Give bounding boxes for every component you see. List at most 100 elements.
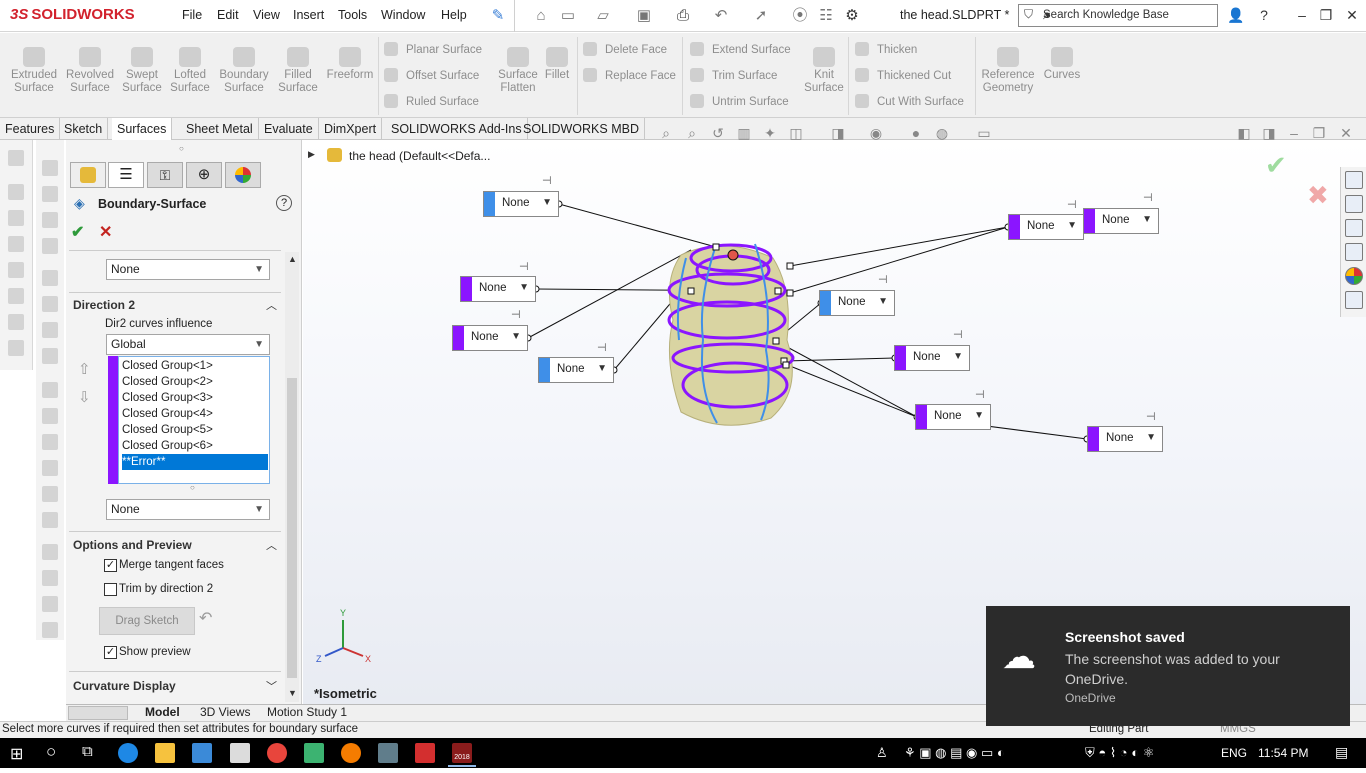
strip-tool-icon[interactable]	[42, 408, 58, 424]
open-folder-icon[interactable]: ▱	[593, 6, 613, 26]
file-explorer-icon[interactable]	[155, 743, 175, 763]
filled-surface-button[interactable]: Filled Surface	[270, 47, 326, 95]
tab-motion-study[interactable]: Motion Study 1	[267, 705, 347, 719]
tab-evaluate[interactable]: Evaluate	[259, 118, 319, 140]
resources-home-icon[interactable]	[1345, 171, 1363, 189]
rebuild-icon[interactable]: ⦿	[790, 6, 810, 26]
select-cursor-icon[interactable]: ➚	[751, 6, 771, 26]
new-document-icon[interactable]: ▭	[558, 6, 578, 26]
whatsapp-icon[interactable]	[304, 743, 324, 763]
fillet-button[interactable]: Fillet	[534, 47, 580, 82]
strip-tool-icon[interactable]	[42, 434, 58, 450]
tab-addins[interactable]: SOLIDWORKS Add-Ins	[386, 118, 528, 140]
ok-check-icon[interactable]: ✔	[71, 222, 84, 242]
search-circle-icon[interactable]: ○	[46, 742, 56, 762]
menu-edit[interactable]: Edit	[217, 8, 239, 22]
tab-scroll-arrows[interactable]	[68, 706, 128, 720]
app-icon[interactable]	[378, 743, 398, 763]
strip-tool-icon[interactable]	[42, 460, 58, 476]
curves-button[interactable]: Curves	[1034, 47, 1090, 82]
move-up-icon[interactable]: ⇧	[78, 360, 91, 378]
tab-sketch[interactable]: Sketch	[59, 118, 109, 140]
tab-3d-views[interactable]: 3D Views	[200, 705, 250, 719]
dir2-tangency-combo[interactable]: None ▼	[106, 499, 270, 520]
strip-tool-icon[interactable]	[42, 322, 58, 338]
delete-face-button[interactable]: Delete Face	[583, 41, 667, 59]
extend-surface-button[interactable]: Extend Surface	[690, 41, 791, 59]
solidworks-logo[interactable]: 3S SOLIDWORKS	[10, 6, 135, 23]
list-item[interactable]: Closed Group<2>	[122, 374, 268, 390]
menu-insert[interactable]: Insert	[293, 8, 324, 22]
tangency-combo[interactable]: None ▼	[106, 259, 270, 280]
tangency-callout[interactable]: None ▼	[1083, 208, 1159, 234]
tab-dimxpert[interactable]: DimXpert	[319, 118, 383, 140]
tab-dimxpert-manager[interactable]: ⊕	[186, 162, 222, 188]
tangency-callout[interactable]: None ▼	[915, 404, 991, 430]
pin-icon[interactable]: ⊣	[878, 273, 888, 286]
strip-tool-icon[interactable]	[8, 340, 24, 356]
store-icon[interactable]	[192, 743, 212, 763]
onedrive-toast[interactable]: ☁ Screenshot saved The screenshot was ad…	[986, 606, 1350, 726]
merge-tangent-checkbox[interactable]: ✓	[104, 559, 117, 572]
clock[interactable]: 11:54 PM	[1258, 746, 1308, 760]
undo-sketch-drag-icon[interactable]: ↶	[199, 608, 212, 628]
chrome-icon[interactable]	[267, 743, 287, 763]
options-header[interactable]: Options and Preview	[73, 538, 192, 552]
strip-tool-icon[interactable]	[42, 296, 58, 312]
collapse-icon[interactable]: ︿	[266, 537, 277, 553]
strip-tool-icon[interactable]	[8, 184, 24, 200]
direction2-curves-list[interactable]: Closed Group<1> Closed Group<2> Closed G…	[118, 356, 270, 484]
tangency-callout[interactable]: None ▼	[538, 357, 614, 383]
trim-surface-button[interactable]: Trim Surface	[690, 67, 777, 85]
scrollbar[interactable]: ▲ ▼	[285, 252, 299, 702]
pin-menu-icon[interactable]: ✎	[488, 6, 508, 26]
strip-tool-icon[interactable]	[8, 150, 24, 166]
strip-tool-icon[interactable]	[8, 262, 24, 278]
tangency-callout[interactable]: None ▼	[1087, 426, 1163, 452]
list-item[interactable]: Closed Group<1>	[122, 358, 268, 374]
view-palette-icon[interactable]	[1345, 243, 1363, 261]
menu-view[interactable]: View	[253, 8, 280, 22]
strip-tool-icon[interactable]	[8, 288, 24, 304]
windows-start-icon[interactable]: ⊞	[10, 744, 23, 764]
ruled-surface-button[interactable]: Ruled Surface	[384, 93, 479, 111]
strip-tool-icon[interactable]	[42, 186, 58, 202]
options-gear-icon[interactable]: ⚙	[842, 6, 862, 26]
tab-features[interactable]: Features	[0, 118, 61, 140]
tab-surfaces[interactable]: Surfaces	[112, 118, 173, 140]
list-item[interactable]: Closed Group<6>	[122, 438, 268, 454]
strip-tool-icon[interactable]	[42, 596, 58, 612]
tangency-callout[interactable]: None ▼	[894, 345, 970, 371]
drag-sketch-button[interactable]: Drag Sketch	[99, 607, 195, 635]
tab-configuration-manager[interactable]: ⚿	[147, 162, 183, 188]
tray-icons[interactable]: ⚘ ▣ ◍ ▤ ◉ ▭ ◐	[904, 745, 1005, 761]
close-button[interactable]: ✕	[1340, 4, 1364, 26]
pin-icon[interactable]: ⊣	[1146, 410, 1156, 423]
extruded-surface-button[interactable]: Extruded Surface	[6, 47, 62, 95]
splitter-handle[interactable]: ○	[179, 144, 184, 153]
pin-icon[interactable]: ⊣	[1067, 198, 1077, 211]
language-indicator[interactable]: ENG	[1221, 746, 1247, 760]
replace-face-button[interactable]: Replace Face	[583, 67, 676, 85]
strip-tool-icon[interactable]	[42, 238, 58, 254]
help-icon[interactable]: ?	[276, 195, 292, 211]
task-view-icon[interactable]: ⧉	[82, 743, 93, 760]
tangency-callout[interactable]: None ▼	[1008, 214, 1084, 240]
restore-button[interactable]: ❐	[1314, 4, 1338, 26]
list-item[interactable]: Closed Group<4>	[122, 406, 268, 422]
cancel-x-icon[interactable]: ✕	[99, 222, 112, 242]
print-icon[interactable]: ⎙	[673, 6, 693, 26]
list-item-error[interactable]: **Error**	[122, 454, 268, 470]
edge-icon[interactable]	[118, 743, 138, 763]
boundary-surface-button[interactable]: Boundary Surface	[216, 47, 272, 95]
appearances-icon[interactable]	[1345, 267, 1363, 285]
strip-tool-icon[interactable]	[42, 622, 58, 638]
tangency-callout[interactable]: None ▼	[483, 191, 559, 217]
menu-window[interactable]: Window	[381, 8, 425, 22]
reference-geometry-button[interactable]: Reference Geometry	[980, 47, 1036, 95]
strip-tool-icon[interactable]	[8, 236, 24, 252]
show-preview-checkbox[interactable]: ✓	[104, 646, 117, 659]
tray-people-icon[interactable]: ♙	[876, 745, 888, 761]
pin-icon[interactable]: ⊣	[975, 388, 985, 401]
firefox-icon[interactable]	[341, 743, 361, 763]
